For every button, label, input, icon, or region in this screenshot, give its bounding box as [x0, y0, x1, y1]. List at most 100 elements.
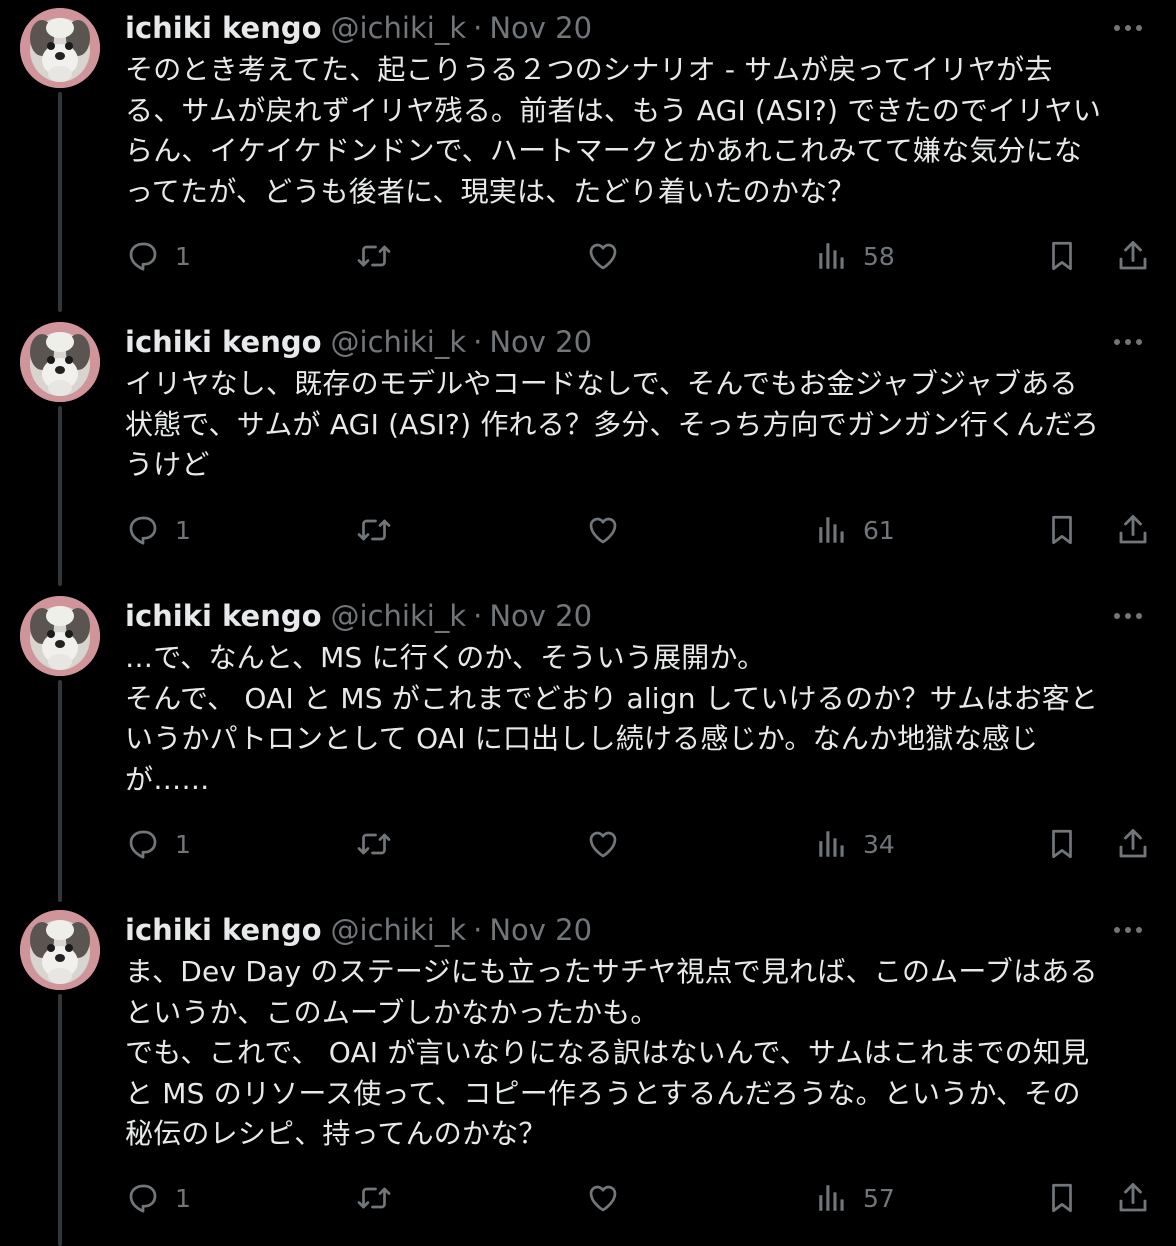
bookmark-icon: [1052, 1183, 1072, 1213]
separator-dot: ·: [473, 599, 483, 633]
reply-button[interactable]: 1: [125, 508, 191, 552]
views-icon: [819, 517, 844, 543]
separator-dot: ·: [473, 913, 483, 947]
tweet-date[interactable]: Nov 20: [489, 11, 592, 45]
share-button[interactable]: [1115, 1176, 1151, 1220]
bookmark-icon: [1052, 515, 1072, 545]
view-count: 58: [863, 241, 895, 271]
share-icon: [1119, 829, 1147, 858]
bookmark-button[interactable]: [1045, 822, 1079, 866]
user-handle[interactable]: @ichiki_k: [331, 325, 467, 359]
more-icon[interactable]: [1108, 328, 1148, 356]
share-button[interactable]: [1115, 234, 1151, 278]
view-count: 57: [863, 1183, 895, 1213]
reply-button[interactable]: 1: [125, 234, 191, 278]
tweet-text: そのとき考えてた、起こりうる２つのシナリオ - サムが戻ってイリヤが去 る、サム…: [125, 53, 1102, 208]
display-name[interactable]: ichiki kengo: [125, 325, 322, 359]
bookmark-icon: [1052, 241, 1072, 271]
thread: ichiki kengo @ichiki_k · Nov 20 そのとき考えてた…: [0, 0, 1176, 1246]
view-count: 61: [863, 515, 895, 545]
tweet[interactable]: ichiki kengo @ichiki_k · Nov 20 イリヤなし、既存…: [0, 314, 1176, 584]
tweet-actions: 1 61: [125, 508, 1165, 552]
reply-button[interactable]: 1: [125, 822, 191, 866]
avatar-dog-photo: [20, 322, 100, 402]
user-handle[interactable]: @ichiki_k: [331, 599, 467, 633]
tweet[interactable]: ichiki kengo @ichiki_k · Nov 20 そのとき考えてた…: [0, 0, 1176, 300]
like-button[interactable]: [585, 1176, 621, 1220]
tweet-text: イリヤなし、既存のモデルやコードなしで、そんでもお金ジャブジャブある 状態で、サ…: [125, 367, 1100, 481]
views-icon: [819, 1185, 844, 1211]
display-name[interactable]: ichiki kengo: [125, 599, 322, 633]
avatar[interactable]: [20, 8, 100, 88]
avatar[interactable]: [20, 596, 100, 676]
view-count: 34: [863, 829, 895, 859]
tweet-header: ichiki kengo @ichiki_k · Nov 20: [125, 598, 1148, 634]
bookmark-button[interactable]: [1045, 1176, 1079, 1220]
tweet-date[interactable]: Nov 20: [489, 599, 592, 633]
tweet[interactable]: ichiki kengo @ichiki_k · Nov 20 …で、なんと、M…: [0, 588, 1176, 898]
tweet-text: ま、Dev Day のステージにも立ったサチヤ視点で見れば、このムーブはある と…: [125, 955, 1098, 1150]
tweet-actions: 1 57: [125, 1176, 1165, 1220]
like-icon: [589, 1185, 617, 1212]
share-icon: [1119, 1183, 1147, 1212]
avatar-dog-photo: [20, 910, 100, 990]
reply-icon: [129, 830, 157, 859]
more-icon[interactable]: [1108, 916, 1148, 944]
avatar-dog-photo: [20, 596, 100, 676]
more-icon[interactable]: [1108, 14, 1148, 42]
share-button[interactable]: [1115, 822, 1151, 866]
reply-icon: [129, 242, 157, 271]
avatar[interactable]: [20, 910, 100, 990]
bookmark-button[interactable]: [1045, 508, 1079, 552]
tweet-header: ichiki kengo @ichiki_k · Nov 20: [125, 912, 1148, 948]
retweet-button[interactable]: [355, 234, 393, 278]
views-button[interactable]: 61: [815, 508, 895, 552]
retweet-button[interactable]: [355, 508, 393, 552]
user-handle[interactable]: @ichiki_k: [331, 913, 467, 947]
views-icon: [819, 831, 844, 857]
user-handle[interactable]: @ichiki_k: [331, 11, 467, 45]
retweet-button[interactable]: [355, 1176, 393, 1220]
separator-dot: ·: [473, 325, 483, 359]
retweet-icon: [357, 245, 391, 267]
views-button[interactable]: 34: [815, 822, 895, 866]
tweet-text: …で、なんと、MS に行くのか、そういう展開か。 そんで、 OAI と MS が…: [125, 641, 1099, 796]
retweet-button[interactable]: [355, 822, 393, 866]
reply-icon: [129, 1184, 157, 1213]
share-icon: [1119, 515, 1147, 544]
reply-count: 1: [175, 241, 191, 271]
views-button[interactable]: 58: [815, 234, 895, 278]
reply-count: 1: [175, 1183, 191, 1213]
tweet[interactable]: ichiki kengo @ichiki_k · Nov 20 ま、Dev Da…: [0, 902, 1176, 1246]
like-button[interactable]: [585, 234, 621, 278]
tweet-date[interactable]: Nov 20: [489, 325, 592, 359]
reply-icon: [129, 516, 157, 545]
tweet-header: ichiki kengo @ichiki_k · Nov 20: [125, 10, 1148, 46]
like-button[interactable]: [585, 508, 621, 552]
reply-count: 1: [175, 515, 191, 545]
retweet-icon: [357, 833, 391, 855]
tweet-date[interactable]: Nov 20: [489, 913, 592, 947]
tweet-actions: 1 58: [125, 234, 1165, 278]
share-button[interactable]: [1115, 508, 1151, 552]
tweet-actions: 1 34: [125, 822, 1165, 866]
bookmark-button[interactable]: [1045, 234, 1079, 278]
retweet-icon: [357, 1187, 391, 1209]
avatar-dog-photo: [20, 8, 100, 88]
tweet-header: ichiki kengo @ichiki_k · Nov 20: [125, 324, 1148, 360]
views-icon: [819, 243, 844, 269]
like-icon: [589, 243, 617, 270]
retweet-icon: [357, 519, 391, 541]
like-icon: [589, 517, 617, 544]
views-button[interactable]: 57: [815, 1176, 895, 1220]
reply-button[interactable]: 1: [125, 1176, 191, 1220]
bookmark-icon: [1052, 829, 1072, 859]
like-icon: [589, 831, 617, 858]
more-icon[interactable]: [1108, 602, 1148, 630]
like-button[interactable]: [585, 822, 621, 866]
display-name[interactable]: ichiki kengo: [125, 913, 322, 947]
display-name[interactable]: ichiki kengo: [125, 11, 322, 45]
avatar[interactable]: [20, 322, 100, 402]
reply-count: 1: [175, 829, 191, 859]
share-icon: [1119, 241, 1147, 270]
